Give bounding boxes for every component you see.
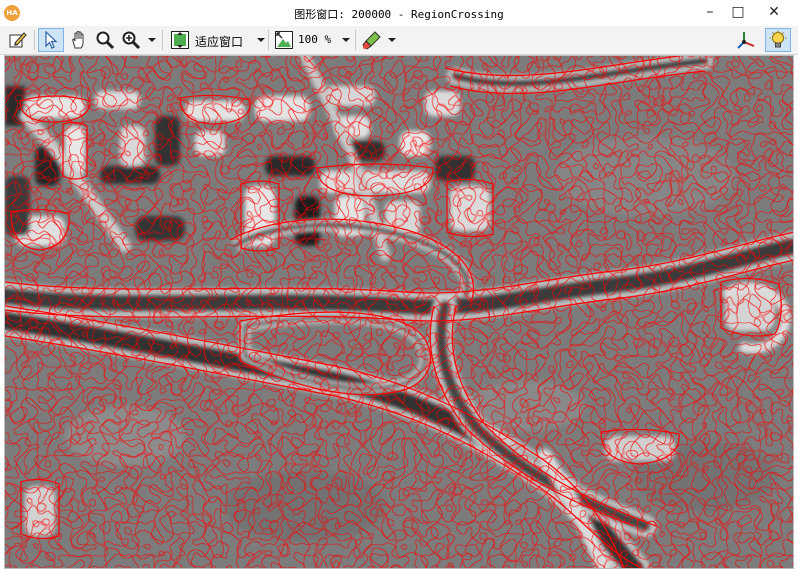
- magnifier-button[interactable]: [93, 28, 117, 52]
- light-bulb-button[interactable]: [765, 28, 791, 52]
- zoom-display-icon: [275, 31, 293, 49]
- edit-settings-icon: [9, 32, 27, 48]
- maximize-button[interactable]: □: [721, 0, 755, 24]
- light-bulb-icon: [769, 30, 787, 48]
- 3d-axes-icon: [737, 32, 755, 49]
- magnifier-icon: [96, 31, 115, 50]
- close-button[interactable]: ✕: [757, 0, 791, 24]
- fit-window-icon: [171, 31, 189, 49]
- hand-pan-icon: [72, 30, 84, 49]
- zoom-display-button[interactable]: [272, 28, 296, 52]
- zoom-dropdown-arrow[interactable]: [148, 38, 156, 42]
- 3d-axes-button[interactable]: [734, 28, 758, 52]
- fit-window-icon-button[interactable]: [168, 28, 192, 52]
- region-crossing-image: [5, 56, 793, 568]
- fit-window-dropdown-arrow[interactable]: [257, 38, 265, 42]
- pan-tool-button[interactable]: [67, 28, 91, 52]
- fit-window-label[interactable]: 适应窗口: [195, 33, 243, 50]
- zoom-in-icon: [122, 31, 141, 50]
- zoom-value-dropdown-arrow[interactable]: [342, 38, 350, 42]
- draw-color-icon: [362, 31, 381, 50]
- image-display-canvas[interactable]: [4, 55, 794, 569]
- toolbar-separator: [34, 30, 35, 50]
- edit-settings-button[interactable]: [6, 28, 30, 52]
- toolbar-separator: [268, 30, 269, 50]
- pointer-tool-button[interactable]: [38, 28, 64, 52]
- window-titlebar: HA 图形窗口: 200000 - RegionCrossing – □ ✕: [0, 0, 798, 26]
- draw-color-dropdown-arrow[interactable]: [388, 38, 396, 42]
- graphics-toolbar: 适应窗口 100 %: [0, 26, 798, 55]
- toolbar-separator: [162, 30, 163, 50]
- toolbar-separator: [355, 30, 356, 50]
- pointer-icon: [45, 30, 58, 49]
- draw-color-button[interactable]: [360, 28, 384, 52]
- zoom-in-button[interactable]: [119, 28, 143, 52]
- zoom-value[interactable]: 100 %: [298, 33, 331, 46]
- window-title: 图形窗口: 200000 - RegionCrossing: [294, 8, 504, 21]
